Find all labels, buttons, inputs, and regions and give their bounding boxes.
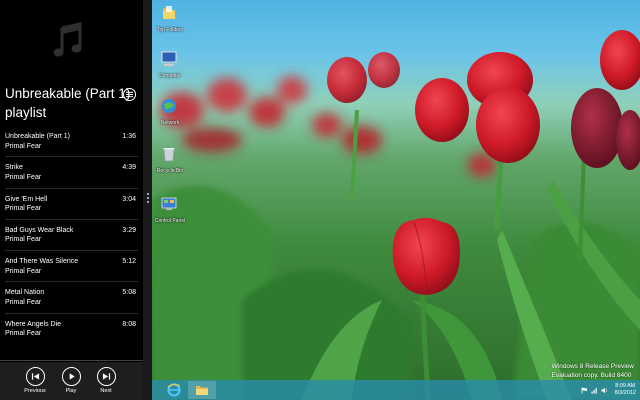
- music-note-icon: [53, 22, 82, 57]
- track-artist: Primal Fear: [5, 205, 42, 213]
- playlist-title: Unbreakable (Part 1) playlist: [5, 84, 131, 122]
- track-item[interactable]: Strike Primal Fear 4:39: [5, 157, 138, 189]
- track-duration: 1:36: [122, 133, 136, 140]
- play-button[interactable]: Play: [51, 367, 91, 394]
- playlist-title-line1: Unbreakable (Part 1): [5, 86, 131, 101]
- track-artist: Primal Fear: [5, 236, 42, 244]
- desktop-icon-label: Recycle Bin: [156, 168, 184, 174]
- track-item[interactable]: Metal Nation Primal Fear 5:08: [5, 282, 138, 314]
- track-title: Unbreakable (Part 1): [5, 133, 70, 140]
- build-watermark: Windows 8 Release Preview Evaluation cop…: [552, 362, 634, 380]
- previous-button[interactable]: Previous: [15, 367, 55, 394]
- track-title: And There Was Silence: [5, 258, 79, 266]
- track-artist: Primal Fear: [5, 173, 42, 181]
- tulip-wallpaper: [152, 30, 640, 400]
- previous-icon: [31, 373, 39, 380]
- computer-icon: [161, 51, 177, 66]
- taskbar-clock[interactable]: 8:09 AM 8/3/2012: [615, 383, 636, 397]
- flag-icon[interactable]: [581, 387, 588, 394]
- track-title: Give 'Em Hell: [5, 195, 48, 203]
- control-panel-icon: [161, 197, 177, 210]
- notification-area: 8:09 AM 8/3/2012: [581, 382, 636, 398]
- track-duration: 5:08: [122, 289, 136, 297]
- desktop-icon-computer[interactable]: Computer: [152, 50, 186, 79]
- next-icon: [102, 373, 110, 380]
- track-list: Unbreakable (Part 1) Primal Fear 1:36 St…: [0, 126, 143, 345]
- desktop-icon-label: Computer: [159, 73, 181, 79]
- playlist-menu-button[interactable]: [123, 88, 136, 101]
- desktop-icon-recycle-bin[interactable]: Recycle Bin: [152, 145, 186, 174]
- next-label: Next: [100, 388, 112, 394]
- track-item[interactable]: Where Angels Die Primal Fear 8:08: [5, 314, 138, 345]
- desktop-icon-network[interactable]: Network: [152, 97, 186, 126]
- music-app-pane: Unbreakable (Part 1) playlist Unbreakabl…: [0, 0, 143, 400]
- track-artist: Primal Fear: [5, 298, 42, 306]
- track-title: Where Angels Die: [5, 320, 62, 328]
- recycle-bin-icon: [163, 148, 175, 162]
- desktop-icon-label: Network: [160, 120, 180, 126]
- track-duration: 3:29: [122, 226, 136, 234]
- network-status-icon[interactable]: [591, 387, 598, 394]
- track-artist: Primal Fear: [5, 267, 42, 275]
- track-title: Metal Nation: [5, 289, 45, 297]
- playlist-title-line2: playlist: [5, 105, 47, 120]
- watermark-line1: Windows 8 Release Preview: [551, 363, 634, 370]
- track-duration: 8:08: [122, 320, 136, 328]
- track-item[interactable]: Unbreakable (Part 1) Primal Fear 1:36: [5, 126, 138, 158]
- track-duration: 3:04: [122, 195, 136, 203]
- file-explorer-icon: [196, 386, 208, 395]
- network-icon: [162, 99, 176, 113]
- internet-explorer-icon: [167, 383, 181, 397]
- playback-controls: Previous Play Next: [0, 362, 143, 400]
- clock-time: 8:09 AM: [615, 383, 636, 389]
- play-label: Play: [65, 388, 77, 394]
- list-icon: [126, 91, 133, 98]
- track-title: Strike: [5, 164, 23, 172]
- splitter-grip-icon: [146, 193, 149, 207]
- track-item[interactable]: Give 'Em Hell Primal Fear 3:04: [5, 189, 138, 220]
- track-duration: 5:12: [122, 258, 136, 266]
- taskbar-file-explorer[interactable]: [188, 381, 216, 399]
- track-artist: Primal Fear: [5, 142, 42, 150]
- snap-splitter[interactable]: [143, 0, 152, 400]
- desktop-icon-control-panel[interactable]: Control Panel: [152, 195, 186, 224]
- volume-icon[interactable]: [601, 387, 608, 394]
- track-title: Bad Guys Wear Black: [5, 226, 74, 234]
- desktop-icon-label: Control Panel: [154, 218, 186, 224]
- clock-date: 8/3/2012: [614, 390, 636, 396]
- play-icon: [69, 373, 75, 380]
- desktop-icon-label: Top Folders: [156, 27, 184, 33]
- track-item[interactable]: Bad Guys Wear Black Primal Fear 3:29: [5, 220, 138, 252]
- next-button[interactable]: Next: [86, 367, 126, 394]
- desktop-icon-top-folders[interactable]: Top Folders: [152, 4, 186, 33]
- taskbar-internet-explorer[interactable]: [160, 381, 188, 399]
- track-duration: 4:39: [122, 164, 136, 172]
- taskbar: 8:09 AM 8/3/2012: [152, 380, 640, 400]
- track-item[interactable]: And There Was Silence Primal Fear 5:12: [5, 251, 138, 283]
- folder-icon: [163, 6, 175, 19]
- previous-label: Previous: [24, 388, 46, 394]
- desktop: Top Folders Computer Network Recycle Bin…: [152, 0, 640, 400]
- playback-progress-bar[interactable]: [0, 360, 143, 361]
- watermark-line2: Evaluation copy. Build 8400: [551, 372, 632, 379]
- track-artist: Primal Fear: [5, 330, 42, 338]
